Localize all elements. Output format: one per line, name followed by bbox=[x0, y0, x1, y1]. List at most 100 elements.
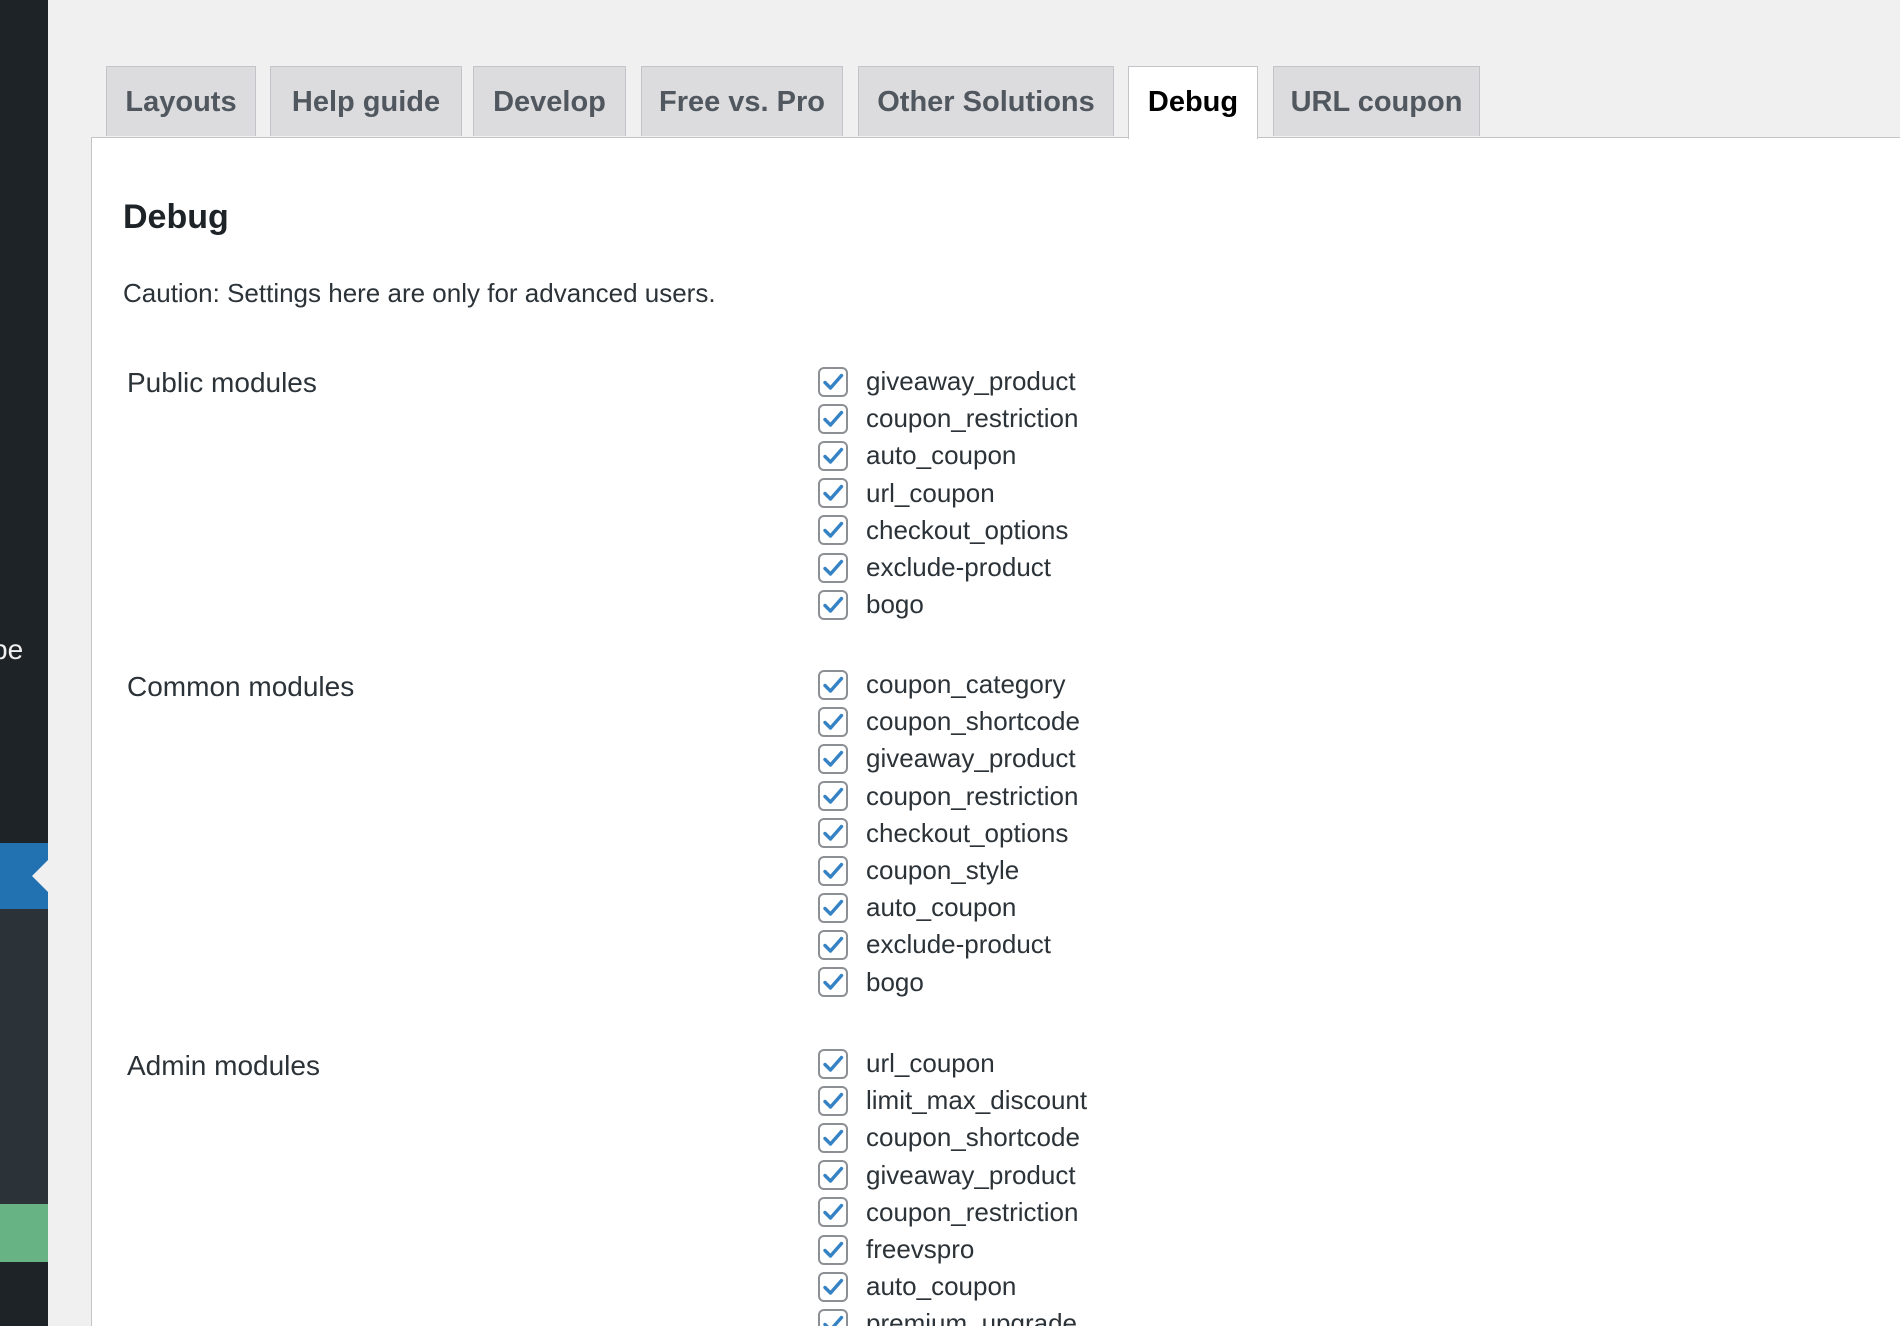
module-name-label[interactable]: auto_coupon bbox=[866, 440, 1016, 471]
checkmark-icon bbox=[821, 444, 845, 468]
module-name-label[interactable]: checkout_options bbox=[866, 818, 1068, 849]
module-checkbox[interactable] bbox=[818, 1122, 848, 1153]
admin-modules-list: url_coupon limit_max_discount coupon_short… bbox=[818, 1045, 1087, 1326]
checkmark-icon bbox=[821, 370, 845, 394]
module-checkbox[interactable] bbox=[818, 366, 848, 397]
module-name-label[interactable]: coupon_restriction bbox=[866, 403, 1078, 434]
module-name-label[interactable]: exclude-product bbox=[866, 552, 1051, 583]
checkmark-icon bbox=[821, 1126, 845, 1150]
module-name-label[interactable]: checkout_options bbox=[866, 515, 1068, 546]
module-name-label[interactable]: coupon_restriction bbox=[866, 1197, 1078, 1228]
module-name-label[interactable]: freevspro bbox=[866, 1234, 974, 1265]
sidebar-menu-label[interactable]: pe bbox=[0, 633, 23, 667]
checkmark-icon bbox=[821, 821, 845, 845]
module-option[interactable]: url_coupon bbox=[818, 1045, 1087, 1082]
module-checkbox[interactable] bbox=[818, 706, 848, 737]
module-name-label[interactable]: coupon_shortcode bbox=[866, 1122, 1080, 1153]
module-checkbox[interactable] bbox=[818, 589, 848, 620]
module-name-label[interactable]: bogo bbox=[866, 589, 924, 620]
module-name-label[interactable]: auto_coupon bbox=[866, 1271, 1016, 1302]
module-option[interactable]: bogo bbox=[818, 964, 1080, 1001]
module-option[interactable]: checkout_options bbox=[818, 512, 1078, 549]
module-option[interactable]: coupon_restriction bbox=[818, 400, 1078, 437]
module-checkbox[interactable] bbox=[818, 967, 848, 998]
module-checkbox[interactable] bbox=[818, 743, 848, 774]
module-option[interactable]: giveaway_product bbox=[818, 740, 1080, 777]
module-option[interactable]: giveaway_product bbox=[818, 1157, 1087, 1194]
module-name-label[interactable]: premium_upgrade bbox=[866, 1308, 1077, 1326]
module-checkbox[interactable] bbox=[818, 781, 848, 812]
module-checkbox[interactable] bbox=[818, 1048, 848, 1079]
module-option[interactable]: auto_coupon bbox=[818, 1268, 1087, 1305]
page-title: Debug bbox=[123, 198, 229, 236]
module-option[interactable]: checkout_options bbox=[818, 815, 1080, 852]
module-checkbox[interactable] bbox=[818, 1234, 848, 1265]
module-checkbox[interactable] bbox=[818, 403, 848, 434]
module-checkbox[interactable] bbox=[818, 1160, 848, 1191]
module-option[interactable]: limit_max_discount bbox=[818, 1082, 1087, 1119]
checkmark-icon bbox=[821, 673, 845, 697]
module-name-label[interactable]: coupon_category bbox=[866, 669, 1065, 700]
module-option[interactable]: premium_upgrade bbox=[818, 1305, 1087, 1326]
module-option[interactable]: coupon_style bbox=[818, 852, 1080, 889]
module-option[interactable]: coupon_restriction bbox=[818, 778, 1080, 815]
module-name-label[interactable]: url_coupon bbox=[866, 478, 995, 509]
module-checkbox[interactable] bbox=[818, 818, 848, 849]
module-checkbox[interactable] bbox=[818, 892, 848, 923]
checkmark-icon bbox=[821, 859, 845, 883]
module-checkbox[interactable] bbox=[818, 929, 848, 960]
common-modules-label: Common modules bbox=[127, 671, 355, 702]
checkmark-icon bbox=[821, 518, 845, 542]
checkmark-icon bbox=[821, 556, 845, 580]
module-checkbox[interactable] bbox=[818, 1197, 848, 1228]
checkmark-icon bbox=[821, 1052, 845, 1076]
module-checkbox[interactable] bbox=[818, 552, 848, 583]
module-option[interactable]: coupon_category bbox=[818, 666, 1080, 703]
module-name-label[interactable]: auto_coupon bbox=[866, 892, 1016, 923]
sidebar-highlight-item[interactable] bbox=[0, 1204, 48, 1262]
module-checkbox[interactable] bbox=[818, 440, 848, 471]
module-name-label[interactable]: bogo bbox=[866, 967, 924, 998]
tab-help-guide[interactable]: Help guide bbox=[270, 66, 462, 136]
module-checkbox[interactable] bbox=[818, 855, 848, 886]
module-option[interactable]: auto_coupon bbox=[818, 889, 1080, 926]
tab-free-vs-pro[interactable]: Free vs. Pro bbox=[641, 66, 843, 136]
module-option[interactable]: coupon_restriction bbox=[818, 1194, 1087, 1231]
module-checkbox[interactable] bbox=[818, 669, 848, 700]
module-name-label[interactable]: giveaway_product bbox=[866, 366, 1076, 397]
module-option[interactable]: bogo bbox=[818, 586, 1078, 623]
module-option[interactable]: url_coupon bbox=[818, 475, 1078, 512]
module-option[interactable]: exclude-product bbox=[818, 549, 1078, 586]
module-name-label[interactable]: giveaway_product bbox=[866, 1160, 1076, 1191]
module-name-label[interactable]: giveaway_product bbox=[866, 743, 1076, 774]
admin-modules-label: Admin modules bbox=[127, 1050, 320, 1081]
public-modules-label: Public modules bbox=[127, 367, 317, 398]
module-option[interactable]: auto_coupon bbox=[818, 437, 1078, 474]
checkmark-icon bbox=[821, 1312, 845, 1326]
module-checkbox[interactable] bbox=[818, 478, 848, 509]
checkmark-icon bbox=[821, 1163, 845, 1187]
tab-layouts[interactable]: Layouts bbox=[106, 66, 256, 136]
tab-other-solutions[interactable]: Other Solutions bbox=[858, 66, 1114, 136]
module-option[interactable]: coupon_shortcode bbox=[818, 1119, 1087, 1156]
module-option[interactable]: coupon_shortcode bbox=[818, 703, 1080, 740]
module-name-label[interactable]: coupon_restriction bbox=[866, 781, 1078, 812]
module-checkbox[interactable] bbox=[818, 1271, 848, 1302]
tab-debug[interactable]: Debug bbox=[1128, 66, 1258, 139]
tab-develop[interactable]: Develop bbox=[473, 66, 626, 136]
module-name-label[interactable]: limit_max_discount bbox=[866, 1085, 1087, 1116]
public-modules-list: giveaway_product coupon_restriction auto_c… bbox=[818, 363, 1078, 623]
module-option[interactable]: exclude-product bbox=[818, 926, 1080, 963]
module-checkbox[interactable] bbox=[818, 1085, 848, 1116]
module-option[interactable]: freevspro bbox=[818, 1231, 1087, 1268]
module-checkbox[interactable] bbox=[818, 1308, 848, 1326]
module-checkbox[interactable] bbox=[818, 515, 848, 546]
module-name-label[interactable]: url_coupon bbox=[866, 1048, 995, 1079]
module-name-label[interactable]: coupon_style bbox=[866, 855, 1019, 886]
module-name-label[interactable]: coupon_shortcode bbox=[866, 706, 1080, 737]
module-name-label[interactable]: exclude-product bbox=[866, 929, 1051, 960]
checkmark-icon bbox=[821, 896, 845, 920]
checkmark-icon bbox=[821, 710, 845, 734]
tab-url-coupon[interactable]: URL coupon bbox=[1273, 66, 1480, 136]
module-option[interactable]: giveaway_product bbox=[818, 363, 1078, 400]
